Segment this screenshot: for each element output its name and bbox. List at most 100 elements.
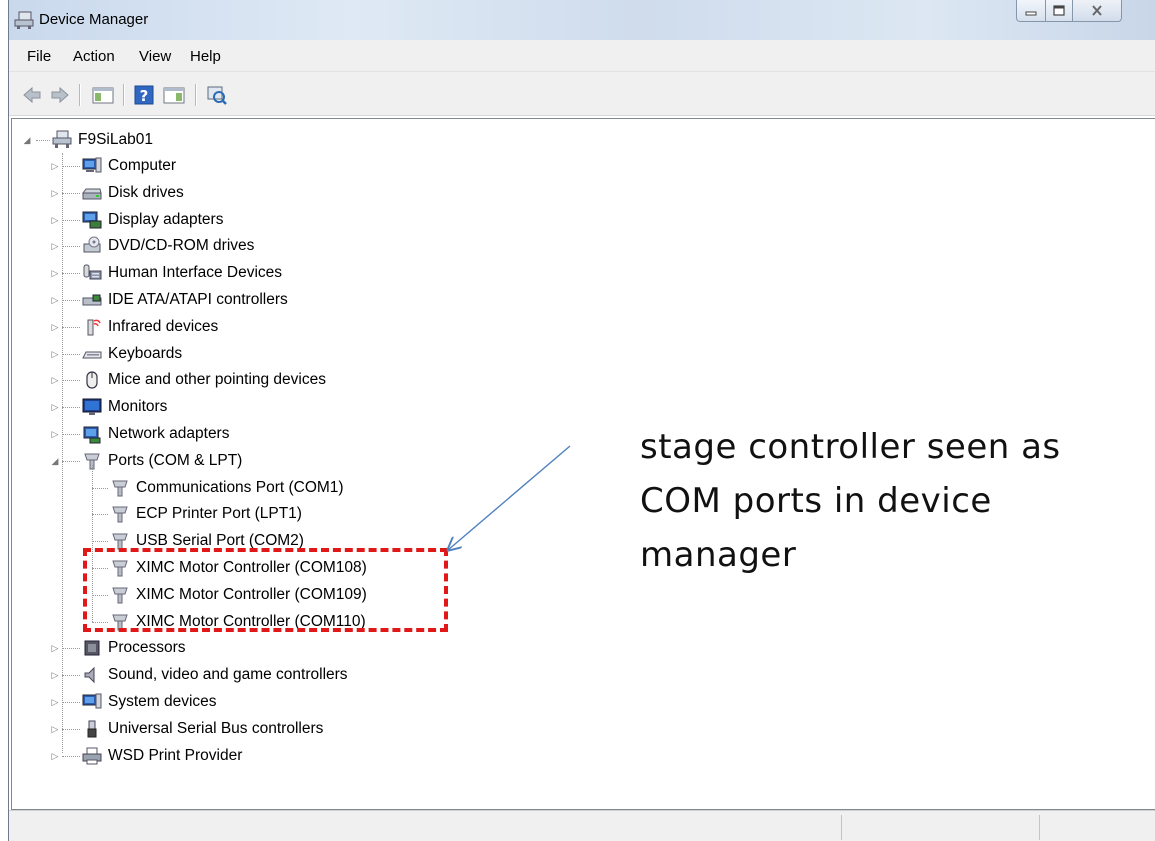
toolbar-separator — [79, 84, 80, 106]
tree-category[interactable]: Ports (COM & LPT) — [82, 448, 242, 474]
expand-arrow-icon[interactable]: ▷ — [50, 268, 60, 278]
tree-category[interactable]: System devices — [82, 689, 217, 715]
tree-category[interactable]: WSD Print Provider — [82, 743, 242, 769]
processor-icon — [84, 640, 100, 656]
tree-connector — [62, 153, 63, 753]
scan-hardware-changes-icon[interactable] — [205, 84, 229, 106]
tree-connector — [62, 300, 80, 301]
mouse-icon — [86, 371, 98, 389]
tree-category[interactable]: Disk drives — [82, 180, 184, 206]
tree-category[interactable]: Display adapters — [82, 207, 223, 233]
expand-arrow-icon[interactable]: ▷ — [50, 697, 60, 707]
show-hide-action-pane-icon[interactable] — [162, 84, 186, 106]
collapse-arrow-icon[interactable]: ◢ — [22, 135, 32, 145]
title-bar[interactable]: Device Manager — [9, 0, 1155, 40]
tree-connector — [92, 488, 108, 489]
tree-category[interactable]: Network adapters — [82, 421, 229, 447]
maximize-icon — [1053, 5, 1065, 16]
tree-connector — [62, 756, 80, 757]
tree-category-label: DVD/CD-ROM drives — [108, 237, 255, 254]
expand-arrow-icon[interactable]: ▷ — [50, 402, 60, 412]
toolbar: ? — [9, 72, 1155, 116]
back-arrow-icon[interactable] — [21, 84, 43, 106]
menu-help[interactable]: Help — [190, 48, 221, 65]
expand-arrow-icon[interactable]: ▷ — [50, 322, 60, 332]
tree-category[interactable]: Monitors — [82, 394, 167, 420]
close-icon — [1092, 5, 1102, 16]
expand-arrow-icon[interactable]: ▷ — [50, 670, 60, 680]
tree-category-label: IDE ATA/ATAPI controllers — [108, 291, 288, 308]
expand-arrow-icon[interactable]: ▷ — [50, 375, 60, 385]
expand-arrow-icon[interactable]: ▷ — [50, 724, 60, 734]
expand-arrow-icon[interactable]: ▷ — [50, 161, 60, 171]
tree-category-label: Processors — [108, 639, 186, 656]
forward-arrow-icon[interactable] — [49, 84, 71, 106]
tree-category[interactable]: Infrared devices — [82, 314, 218, 340]
tree-connector — [92, 514, 108, 515]
tree-category-label: Sound, video and game controllers — [108, 666, 348, 683]
speaker-icon — [84, 666, 95, 684]
expand-arrow-icon[interactable]: ▷ — [50, 241, 60, 251]
computer-icon — [82, 157, 102, 173]
tree-connector — [62, 729, 80, 730]
tree-category[interactable]: Processors — [82, 635, 186, 661]
help-icon[interactable]: ? — [133, 84, 155, 106]
dvd-drive-icon — [83, 236, 101, 253]
tree-category[interactable]: DVD/CD-ROM drives — [82, 233, 254, 259]
tree-category-label: Human Interface Devices — [108, 264, 283, 281]
device-manager-icon — [14, 11, 34, 29]
expand-arrow-icon[interactable]: ▷ — [50, 295, 60, 305]
tree-root-label: F9SiLab01 — [78, 131, 153, 148]
minimize-icon — [1025, 11, 1037, 15]
tree-category[interactable]: Human Interface Devices — [82, 260, 282, 286]
window-title: Device Manager — [39, 11, 149, 28]
minimize-button[interactable] — [1016, 0, 1046, 22]
expand-arrow-icon[interactable]: ▷ — [50, 643, 60, 653]
close-button[interactable] — [1072, 0, 1122, 22]
menu-bar: File Action View Help — [9, 40, 1155, 72]
port-icon — [112, 480, 128, 497]
tree-port-item[interactable]: Communications Port (COM1) — [110, 475, 344, 501]
tree-category-label: Network adapters — [108, 425, 230, 442]
tree-category-label: Universal Serial Bus controllers — [108, 720, 324, 737]
tree-category-label: Computer — [108, 157, 177, 174]
expand-arrow-icon[interactable]: ▷ — [50, 215, 60, 225]
show-hide-console-tree-icon[interactable] — [91, 84, 115, 106]
menu-action[interactable]: Action — [73, 48, 115, 65]
computer-network-icon — [52, 130, 72, 148]
status-bar — [9, 810, 1155, 841]
collapse-arrow-icon[interactable]: ◢ — [50, 456, 60, 466]
tree-port-item[interactable]: ECP Printer Port (LPT1) — [110, 501, 302, 527]
tree-connector — [62, 461, 80, 462]
menu-view[interactable]: View — [139, 48, 171, 65]
tree-category[interactable]: Keyboards — [82, 341, 182, 367]
tree-category-label: Display adapters — [108, 211, 224, 228]
expand-arrow-icon[interactable]: ▷ — [50, 429, 60, 439]
highlight-box — [83, 548, 448, 632]
tree-category[interactable]: Mice and other pointing devices — [82, 367, 326, 393]
hid-icon — [83, 264, 102, 280]
tree-category[interactable]: Sound, video and game controllers — [82, 662, 348, 688]
tree-category-label: Infrared devices — [108, 318, 219, 335]
tree-category-label: Mice and other pointing devices — [108, 371, 326, 388]
expand-arrow-icon[interactable]: ▷ — [50, 188, 60, 198]
menu-file[interactable]: File — [27, 48, 51, 65]
tree-category[interactable]: Computer — [82, 153, 176, 179]
tree-connector — [62, 354, 80, 355]
annotation-text: stage controller seen as COM ports in de… — [640, 427, 1061, 575]
tree-connector — [62, 380, 80, 381]
tree-connector — [62, 220, 80, 221]
expand-arrow-icon[interactable]: ▷ — [50, 349, 60, 359]
tree-category[interactable]: IDE ATA/ATAPI controllers — [82, 287, 288, 313]
keyboard-icon — [82, 351, 102, 359]
maximize-button[interactable] — [1045, 0, 1073, 22]
toolbar-separator — [123, 84, 124, 106]
tree-category[interactable]: Universal Serial Bus controllers — [82, 716, 323, 742]
svg-text:?: ? — [140, 87, 149, 105]
tree-root[interactable]: F9SiLab01 — [52, 127, 153, 153]
toolbar-separator — [195, 84, 196, 106]
tree-category-label: Ports (COM & LPT) — [108, 452, 243, 469]
expand-arrow-icon[interactable]: ▷ — [50, 751, 60, 761]
ide-controller-icon — [82, 294, 102, 306]
tree-connector — [62, 327, 80, 328]
